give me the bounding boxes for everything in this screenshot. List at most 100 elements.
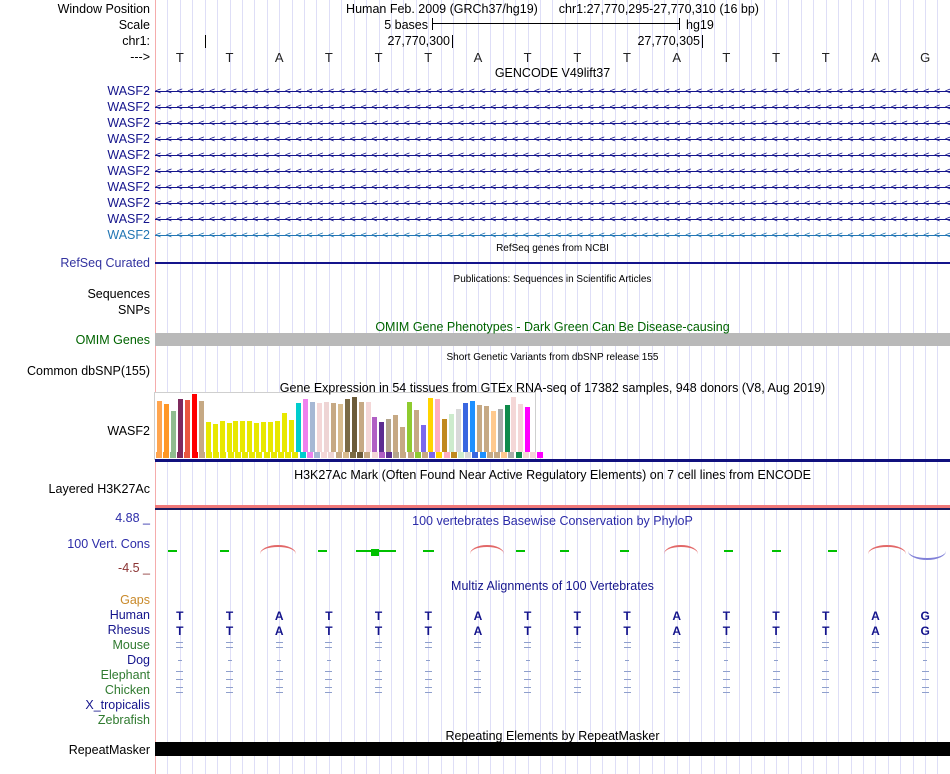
gtex-expression-bar[interactable] (372, 417, 377, 452)
gtex-expression-bar[interactable] (456, 409, 461, 452)
gtex-expression-bar[interactable] (386, 419, 391, 452)
gtex-expression-bar[interactable] (463, 403, 468, 452)
gtex-expression-bar[interactable] (428, 398, 433, 452)
gencode-transcript[interactable]: <<<<<<<<<<<<<<<<<<<<<<<<<<<<<<<<<<<<<<<<… (155, 85, 950, 98)
multiz-species-label[interactable]: Chicken (0, 683, 150, 697)
dbsnp-track-title[interactable]: Short Genetic Variants from dbSNP releas… (155, 351, 950, 365)
gtex-expression-bar[interactable] (498, 409, 503, 452)
gencode-gene-label[interactable]: WASF2 (0, 100, 150, 114)
gtex-expression-bar[interactable] (164, 404, 169, 452)
gtex-expression-bar[interactable] (407, 402, 412, 452)
gencode-gene-label[interactable]: WASF2 (0, 164, 150, 178)
repeatmasker-element-bar[interactable] (155, 742, 950, 756)
gtex-expression-bar[interactable] (240, 421, 245, 452)
gtex-expression-bar[interactable] (233, 421, 238, 452)
gtex-expression-bar[interactable] (220, 421, 225, 452)
gtex-expression-bar[interactable] (247, 421, 252, 452)
gencode-transcript[interactable]: <<<<<<<<<<<<<<<<<<<<<<<<<<<<<<<<<<<<<<<<… (155, 149, 950, 162)
gtex-expression-bar[interactable] (254, 423, 259, 452)
common-dbsnp-label[interactable]: Common dbSNP(155) (0, 364, 150, 378)
gtex-expression-bar[interactable] (268, 422, 273, 452)
gtex-expression-bar[interactable] (477, 405, 482, 452)
gtex-expression-bar[interactable] (157, 401, 162, 452)
gencode-transcript[interactable]: <<<<<<<<<<<<<<<<<<<<<<<<<<<<<<<<<<<<<<<<… (155, 133, 950, 146)
gencode-gene-label[interactable]: WASF2 (0, 228, 150, 242)
gtex-expression-bar[interactable] (379, 422, 384, 452)
multiz-species-label[interactable]: Mouse (0, 638, 150, 652)
gtex-expression-bar[interactable] (359, 402, 364, 452)
gtex-expression-bar[interactable] (317, 403, 322, 452)
gtex-expression-bar[interactable] (192, 394, 197, 452)
gtex-expression-bar[interactable] (289, 420, 294, 452)
gtex-expression-bar[interactable] (505, 405, 510, 452)
gtex-expression-bar[interactable] (324, 402, 329, 452)
gtex-expression-bar[interactable] (421, 425, 426, 452)
gtex-expression-bar[interactable] (345, 399, 350, 452)
gtex-expression-bar[interactable] (213, 424, 218, 452)
gtex-expression-bar[interactable] (185, 400, 190, 452)
gtex-expression-bar[interactable] (171, 411, 176, 452)
refseq-track-title[interactable]: RefSeq genes from NCBI (155, 242, 950, 256)
gtex-expression-bar[interactable] (366, 402, 371, 452)
gtex-expression-bar[interactable] (282, 413, 287, 452)
gtex-expression-bar[interactable] (206, 422, 211, 452)
gtex-expression-bar[interactable] (491, 411, 496, 452)
gtex-expression-bar[interactable] (518, 404, 523, 452)
gencode-transcript[interactable]: <<<<<<<<<<<<<<<<<<<<<<<<<<<<<<<<<<<<<<<<… (155, 197, 950, 210)
gtex-expression-bar[interactable] (199, 401, 204, 452)
gtex-expression-bar[interactable] (400, 427, 405, 452)
multiz-species-label[interactable]: Human (0, 608, 150, 622)
gtex-expression-bar[interactable] (442, 419, 447, 452)
layered-h3k27ac-label[interactable]: Layered H3K27Ac (0, 482, 150, 496)
gtex-expression-bar[interactable] (511, 397, 516, 452)
multiz-species-label[interactable]: Gaps (0, 593, 150, 607)
sequences-label[interactable]: Sequences (0, 287, 150, 301)
phylop-track-title[interactable]: 100 vertebrates Basewise Conservation by… (155, 514, 950, 528)
gencode-gene-label[interactable]: WASF2 (0, 116, 150, 130)
h3k27ac-track-title[interactable]: H3K27Ac Mark (Often Found Near Active Re… (155, 468, 950, 482)
gtex-expression-bar[interactable] (352, 397, 357, 452)
gtex-expression-bar[interactable] (310, 402, 315, 452)
gencode-gene-label[interactable]: WASF2 (0, 84, 150, 98)
gencode-gene-label[interactable]: WASF2 (0, 212, 150, 226)
multiz-species-label[interactable]: Dog (0, 653, 150, 667)
repeatmasker-label[interactable]: RepeatMasker (0, 743, 150, 757)
gtex-expression-bar[interactable] (227, 423, 232, 452)
gencode-gene-label[interactable]: WASF2 (0, 148, 150, 162)
gencode-transcript[interactable]: <<<<<<<<<<<<<<<<<<<<<<<<<<<<<<<<<<<<<<<<… (155, 117, 950, 130)
gtex-expression-bar[interactable] (178, 399, 183, 452)
gencode-transcript[interactable]: <<<<<<<<<<<<<<<<<<<<<<<<<<<<<<<<<<<<<<<<… (155, 229, 950, 242)
gtex-expression-bar[interactable] (338, 404, 343, 452)
gtex-expression-bar[interactable] (435, 399, 440, 452)
gencode-track-title[interactable]: GENCODE V49lift37 (155, 66, 950, 80)
gencode-gene-label[interactable]: WASF2 (0, 180, 150, 194)
gencode-transcript[interactable]: <<<<<<<<<<<<<<<<<<<<<<<<<<<<<<<<<<<<<<<<… (155, 213, 950, 226)
gtex-expression-bar[interactable] (449, 414, 454, 452)
refseq-curated-line[interactable] (155, 262, 950, 264)
multiz-species-label[interactable]: X_tropicalis (0, 698, 150, 712)
gtex-expression-bar[interactable] (275, 421, 280, 452)
omim-track-title[interactable]: OMIM Gene Phenotypes - Dark Green Can Be… (155, 320, 950, 334)
snps-label[interactable]: SNPs (0, 303, 150, 317)
genome-browser-image[interactable]: Human Feb. 2009 (GRCh37/hg19) chr1:27,77… (0, 0, 950, 774)
gtex-expression-bar[interactable] (525, 407, 530, 452)
gtex-expression-bar[interactable] (303, 399, 308, 452)
gtex-expression-bar[interactable] (393, 415, 398, 452)
gtex-expression-bar[interactable] (414, 410, 419, 452)
multiz-species-label[interactable]: Elephant (0, 668, 150, 682)
gencode-gene-label[interactable]: WASF2 (0, 196, 150, 210)
gtex-track-title[interactable]: Gene Expression in 54 tissues from GTEx … (155, 381, 950, 395)
gtex-expression-bar[interactable] (331, 403, 336, 452)
refseq-curated-label[interactable]: RefSeq Curated (0, 256, 150, 270)
gtex-expression-bar[interactable] (261, 422, 266, 452)
gencode-transcript[interactable]: <<<<<<<<<<<<<<<<<<<<<<<<<<<<<<<<<<<<<<<<… (155, 181, 950, 194)
gtex-gene-label[interactable]: WASF2 (0, 424, 150, 438)
gtex-expression-bar[interactable] (470, 401, 475, 452)
multiz-track-title[interactable]: Multiz Alignments of 100 Vertebrates (155, 579, 950, 593)
phylop-track-label[interactable]: 100 Vert. Cons (0, 537, 150, 551)
gtex-expression-bar[interactable] (296, 403, 301, 452)
gtex-expression-bar[interactable] (484, 406, 489, 452)
omim-genes-label[interactable]: OMIM Genes (0, 333, 150, 347)
repeatmasker-track-title[interactable]: Repeating Elements by RepeatMasker (155, 729, 950, 743)
multiz-species-label[interactable]: Zebrafish (0, 713, 150, 727)
